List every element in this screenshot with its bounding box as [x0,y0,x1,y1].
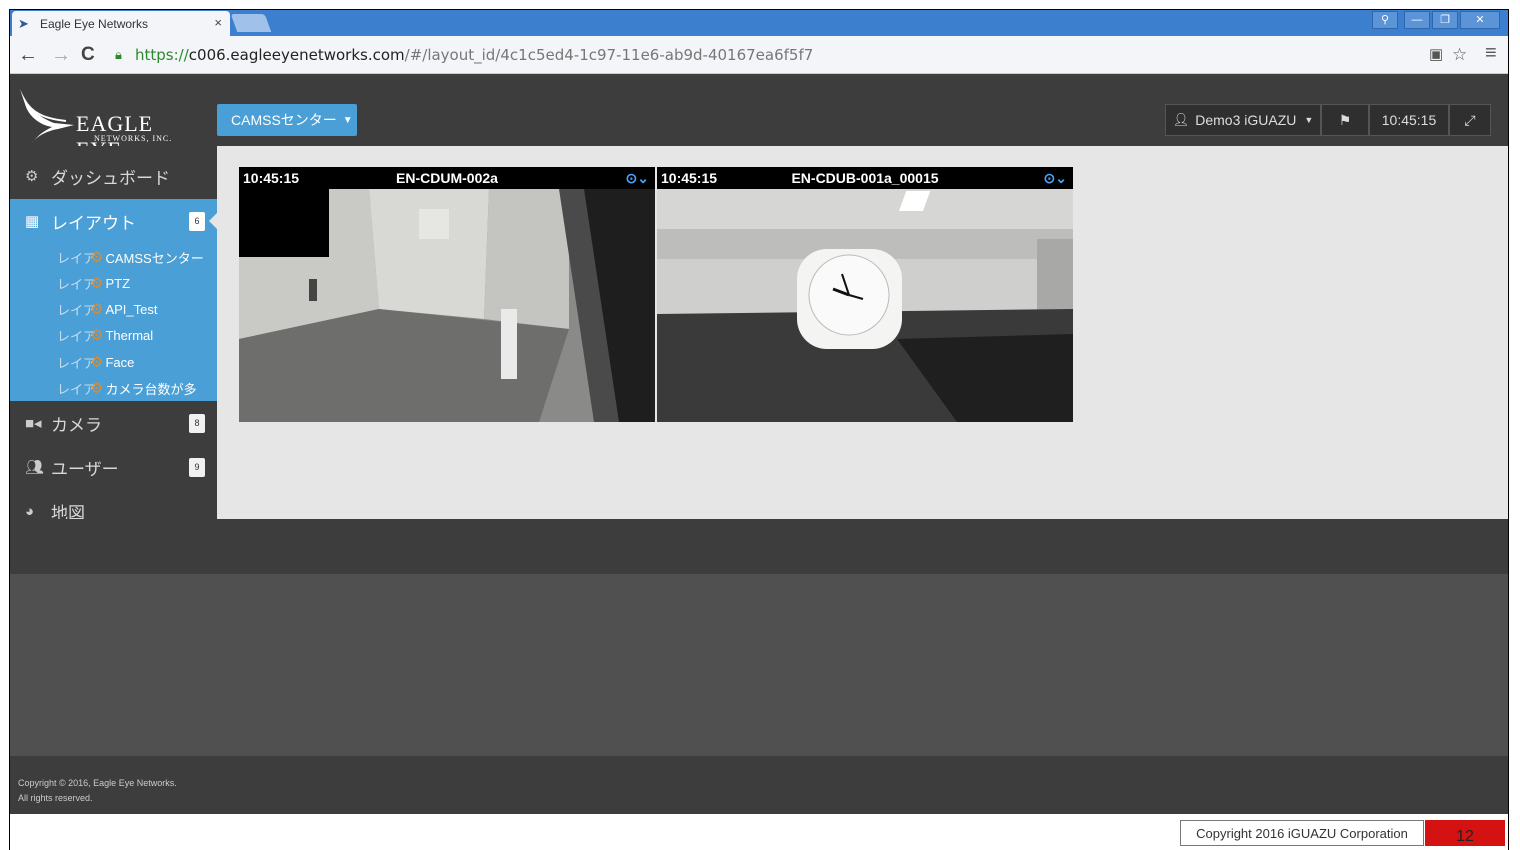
slide-page-number: 12 [1425,820,1505,846]
slide-copyright: Copyright 2016 iGUAZU Corporation [1180,820,1424,846]
slide-frame [9,9,1509,850]
